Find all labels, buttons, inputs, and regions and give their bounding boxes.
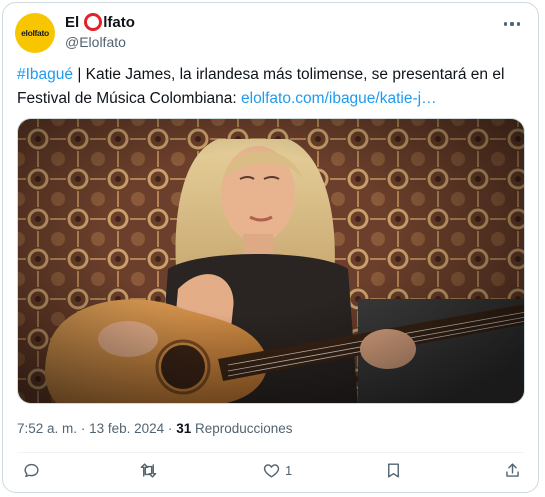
bookmark-button[interactable] <box>384 461 403 480</box>
avatar-logo-text: elolfato <box>21 28 49 38</box>
divider <box>17 452 524 453</box>
more-options-icon[interactable] <box>500 15 524 33</box>
author-handle[interactable]: @Elolfato <box>65 34 126 50</box>
tweet-text: #Ibagué | Katie James, la irlandesa más … <box>17 63 527 111</box>
article-link[interactable]: elolfato.com/ibague/katie-j… <box>241 90 437 107</box>
bookmark-icon <box>388 463 399 478</box>
tweet-time[interactable]: 7:52 a. m. <box>17 421 77 436</box>
retweet-button[interactable] <box>139 461 158 480</box>
reply-icon <box>24 463 39 478</box>
avatar[interactable]: elolfato <box>15 13 55 53</box>
reply-button[interactable] <box>22 461 41 480</box>
author-name-part2: lfato <box>103 13 135 31</box>
meta-separator: · <box>80 421 86 436</box>
tweet-photo[interactable] <box>17 118 525 404</box>
brand-o-icon <box>84 13 103 31</box>
action-bar: 1 <box>17 461 531 485</box>
share-button[interactable] <box>503 461 522 480</box>
tweet-card[interactable]: elolfato El lfato @Elolfato #Ibagué | Ka… <box>2 2 539 493</box>
share-icon <box>506 463 519 477</box>
author-name[interactable]: El lfato <box>65 13 135 31</box>
author-name-part1: El <box>65 13 80 31</box>
tweet-meta: 7:52 a. m. · 13 feb. 2024 · 31 Reproducc… <box>17 421 293 436</box>
hashtag-link[interactable]: #Ibagué <box>17 66 73 83</box>
photo-guitarist <box>18 119 524 403</box>
like-button[interactable]: 1 <box>262 461 292 480</box>
meta-separator: · <box>167 421 173 436</box>
heart-icon <box>263 464 280 478</box>
tweet-date[interactable]: 13 feb. 2024 <box>89 421 164 436</box>
retweet-icon <box>140 463 157 478</box>
views-count: 31 <box>176 421 192 436</box>
like-count: 1 <box>285 463 293 478</box>
views-label: Reproducciones <box>194 421 293 436</box>
